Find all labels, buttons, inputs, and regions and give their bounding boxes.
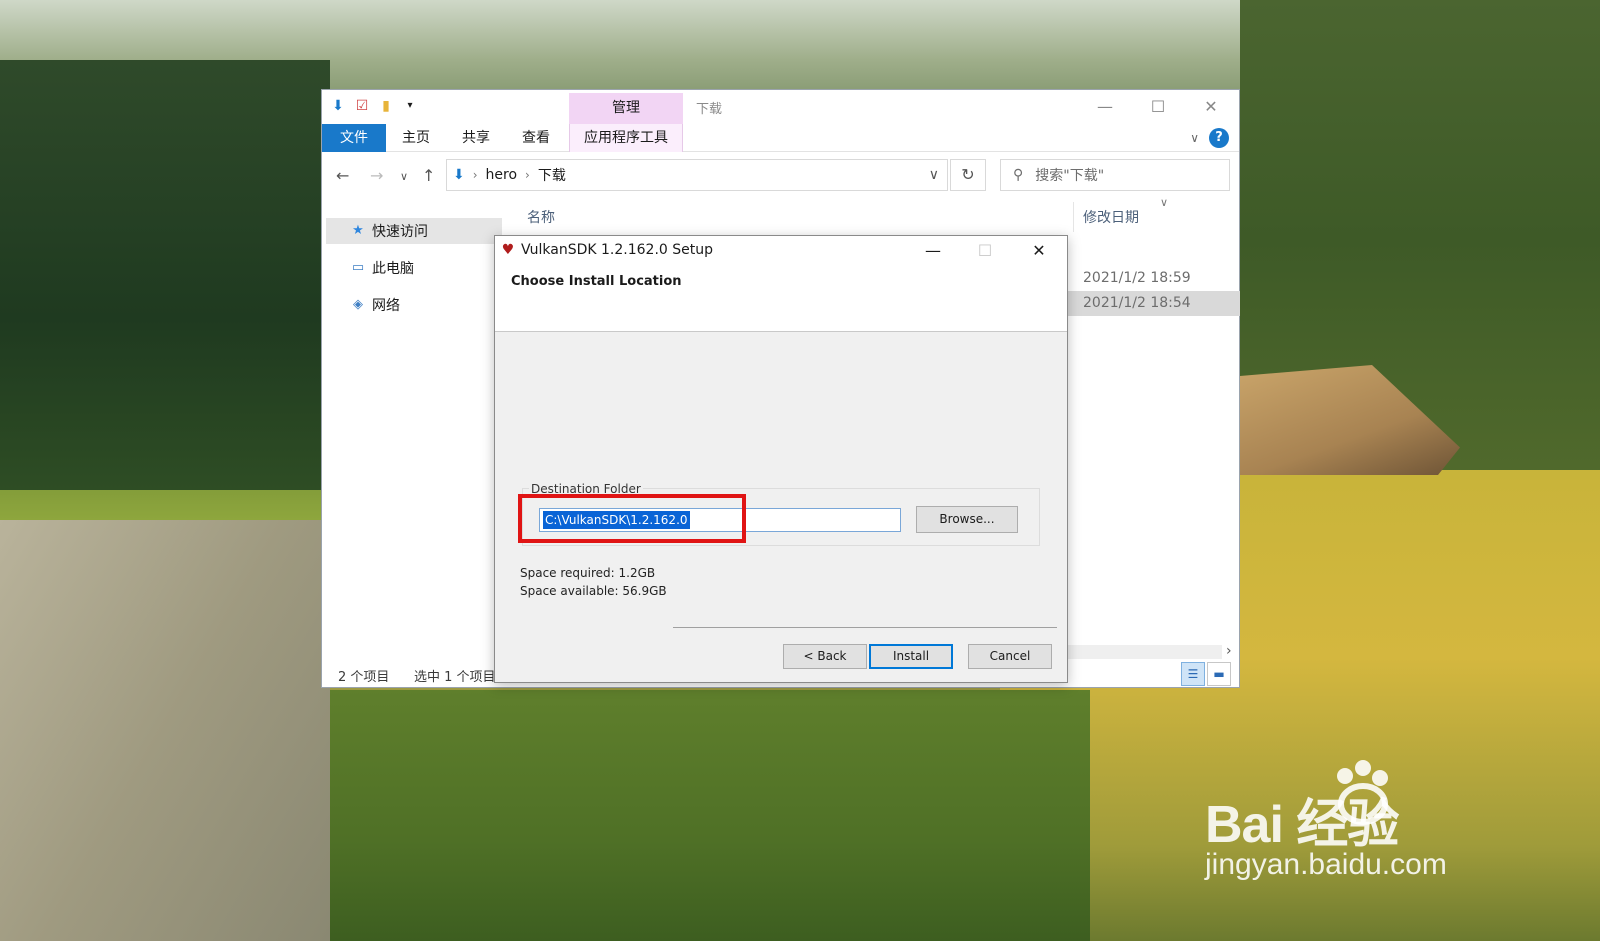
quick-access-toolbar: ⬇ ☑ ▮ ▾ 管理 下载 — ☐ ✕: [322, 90, 1239, 124]
forward-arrow-icon[interactable]: →: [370, 166, 383, 185]
address-bar[interactable]: ⬇ › hero › 下载 ∨: [446, 159, 948, 191]
tab-share[interactable]: 共享: [452, 124, 500, 152]
selected-count: 选中 1 个项目: [414, 670, 496, 685]
download-folder-icon: ⬇: [332, 98, 344, 114]
minimize-button[interactable]: —: [1079, 92, 1131, 122]
browse-button[interactable]: Browse...: [916, 506, 1018, 533]
context-tab-group-label: 管理: [569, 93, 683, 124]
tab-view[interactable]: 查看: [512, 124, 560, 152]
divider: [673, 627, 1057, 628]
sidebar-item-quick-access[interactable]: ★ 快速访问: [326, 218, 502, 244]
back-button[interactable]: < Back: [783, 644, 867, 669]
search-placeholder: 搜索"下载": [1035, 168, 1105, 184]
tab-app-tools[interactable]: 应用程序工具: [569, 124, 683, 152]
details-view-icon[interactable]: ☰: [1181, 662, 1205, 686]
setup-dialog: ♥ VulkanSDK 1.2.162.0 Setup — ☐ ✕ Choose…: [494, 235, 1068, 683]
help-icon[interactable]: ?: [1209, 128, 1229, 148]
ribbon-tabs: 文件 主页 共享 查看 应用程序工具: [322, 124, 1239, 152]
install-button[interactable]: Install: [869, 644, 953, 669]
wallpaper-forest-left: [0, 60, 330, 490]
expand-ribbon-icon[interactable]: ∨: [1190, 131, 1199, 145]
window-title: 下载: [696, 102, 723, 117]
space-available: Space available: 56.9GB: [520, 584, 667, 598]
watermark-brand: Bai 经验: [1205, 796, 1399, 854]
computer-icon: ▭: [351, 260, 365, 275]
dialog-title: VulkanSDK 1.2.162.0 Setup: [521, 242, 713, 258]
navigation-pane: ★ 快速访问 ▭ 此电脑 ◈ 网络: [322, 218, 502, 648]
wallpaper-grass: [330, 690, 1090, 941]
navigation-bar: ← → ∨ ↑ ⬇ › hero › 下载 ∨ ↻ ⚲ 搜索"下载": [322, 154, 1239, 198]
wallpaper-path: [0, 520, 330, 941]
column-date-modified[interactable]: 修改日期: [1083, 207, 1139, 227]
tab-file[interactable]: 文件: [322, 124, 386, 152]
column-header: 名称 ∨ 修改日期: [517, 196, 1232, 232]
item-count: 2 个项目: [338, 670, 390, 685]
watermark-url: jingyan.baidu.com: [1205, 848, 1447, 881]
sidebar-item-label: 此电脑: [372, 261, 414, 277]
cancel-button[interactable]: Cancel: [968, 644, 1052, 669]
maximize-button[interactable]: ☐: [1132, 92, 1184, 122]
star-icon: ★: [352, 223, 364, 238]
baidu-watermark: Bai 经验 jingyan.baidu.com: [1205, 760, 1505, 900]
recent-locations-icon[interactable]: ∨: [400, 170, 408, 183]
large-icons-view-icon[interactable]: ▬: [1207, 662, 1231, 686]
customize-toolbar-icon[interactable]: ▾: [402, 98, 418, 114]
breadcrumb-downloads[interactable]: 下载: [538, 165, 566, 185]
close-button[interactable]: ✕: [1013, 237, 1065, 265]
minimize-button[interactable]: —: [907, 237, 959, 265]
maximize-button: ☐: [977, 241, 993, 260]
sidebar-item-label: 网络: [372, 298, 400, 314]
chevron-down-icon[interactable]: ∨: [929, 167, 939, 183]
sort-chevron-icon: ∨: [1160, 196, 1169, 209]
sidebar-item-label: 快速访问: [372, 224, 428, 240]
space-required: Space required: 1.2GB: [520, 566, 656, 580]
page-title: Choose Install Location: [511, 274, 682, 289]
column-name[interactable]: 名称: [527, 207, 555, 227]
close-button[interactable]: ✕: [1185, 92, 1237, 122]
vulkan-logo-icon: ♥: [501, 242, 515, 258]
annotation-highlight-box: [518, 494, 746, 543]
properties-icon[interactable]: ☑: [354, 98, 370, 114]
network-icon: ◈: [353, 297, 363, 312]
download-folder-icon: ⬇: [453, 167, 465, 183]
new-folder-icon[interactable]: ▮: [378, 98, 394, 114]
refresh-button[interactable]: ↻: [950, 159, 986, 191]
search-input[interactable]: ⚲ 搜索"下载": [1000, 159, 1230, 191]
chevron-right-icon[interactable]: ›: [473, 168, 478, 182]
file-date: 2021/1/2 18:59: [1083, 270, 1191, 286]
scroll-right-icon[interactable]: ›: [1226, 643, 1232, 659]
breadcrumb-hero[interactable]: hero: [486, 167, 518, 183]
up-arrow-icon[interactable]: ↑: [422, 166, 435, 185]
file-date: 2021/1/2 18:54: [1083, 295, 1191, 311]
sidebar-item-this-pc[interactable]: ▭ 此电脑: [326, 255, 502, 281]
refresh-icon: ↻: [961, 165, 975, 184]
ribbon-controls: ∨ ?: [1190, 128, 1229, 148]
setup-header: ♥ VulkanSDK 1.2.162.0 Setup — ☐ ✕ Choose…: [495, 236, 1067, 332]
search-icon: ⚲: [1013, 167, 1024, 183]
chevron-right-icon[interactable]: ›: [525, 168, 530, 182]
column-divider[interactable]: [1073, 202, 1074, 232]
sidebar-item-network[interactable]: ◈ 网络: [326, 292, 502, 318]
tab-home[interactable]: 主页: [392, 124, 440, 152]
back-arrow-icon[interactable]: ←: [336, 166, 349, 185]
